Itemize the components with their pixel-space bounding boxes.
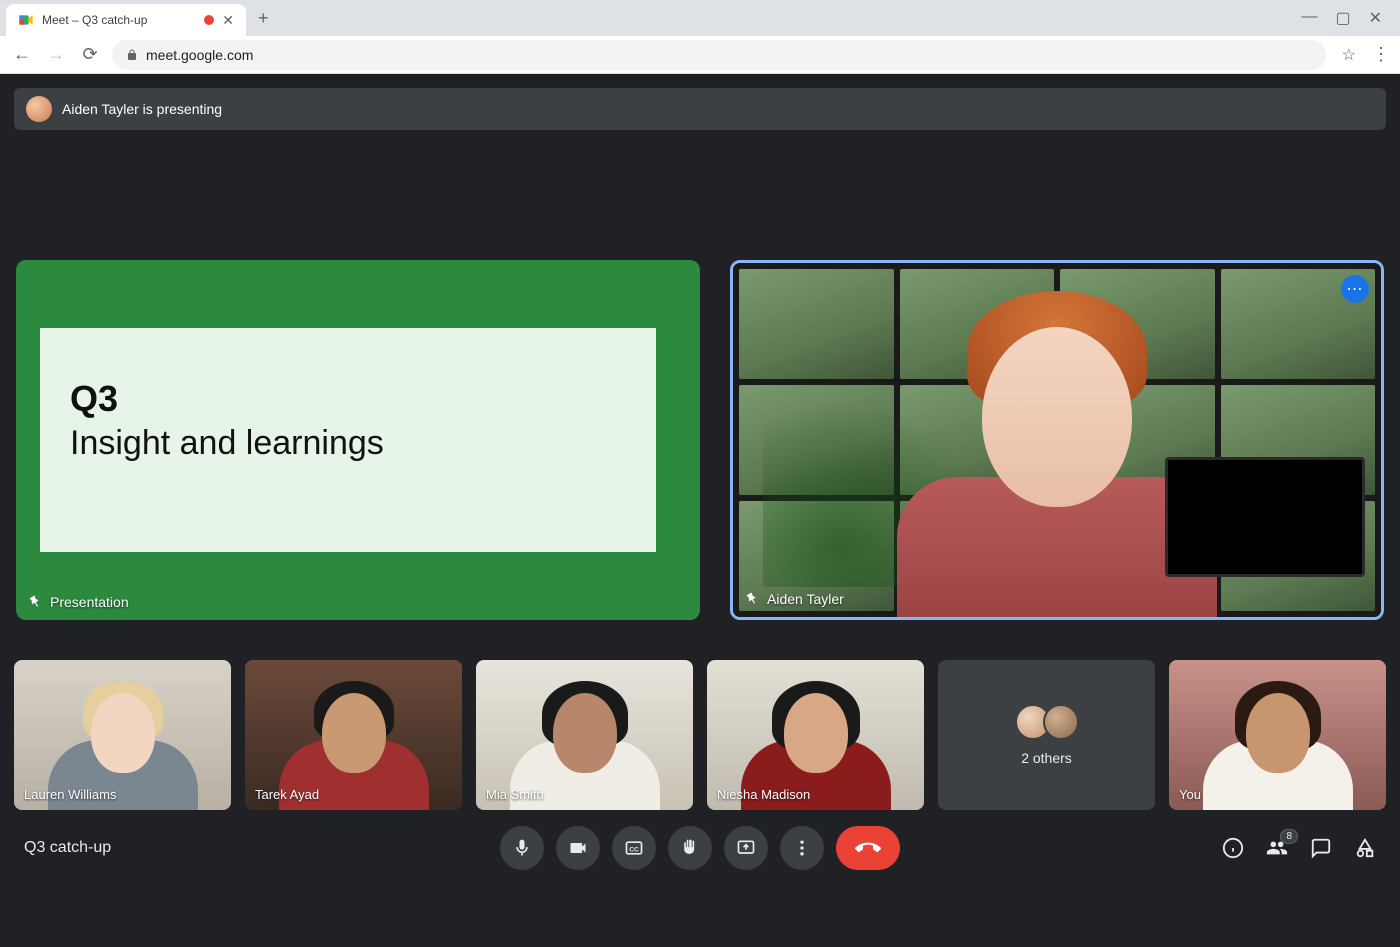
browser-tab[interactable]: Meet – Q3 catch-up ✕ [6, 4, 246, 36]
svg-text:CC: CC [629, 846, 639, 853]
meet-favicon [18, 12, 34, 28]
meeting-details-button[interactable] [1222, 837, 1244, 859]
meeting-name: Q3 catch-up [24, 839, 244, 857]
close-window-button[interactable]: ✕ [1369, 8, 1382, 28]
speaker-name-label: Aiden Tayler [745, 591, 844, 607]
back-button[interactable]: ← [10, 44, 34, 65]
camera-button[interactable] [556, 826, 600, 870]
tile-options-button[interactable]: ⋯ [1341, 275, 1369, 303]
slide-title: Q3 [70, 378, 626, 420]
participant-name: Lauren Williams [24, 787, 116, 802]
participant-tile[interactable]: Niesha Madison [707, 660, 924, 810]
self-tile[interactable]: You [1169, 660, 1386, 810]
participant-tile[interactable]: Mia Smith [476, 660, 693, 810]
browser-toolbar: ← → ⟳ meet.google.com ☆ ⋮ [0, 36, 1400, 74]
chat-button[interactable] [1310, 837, 1332, 859]
participants-strip: Lauren Williams Tarek Ayad Mia Smith Nie… [14, 660, 1386, 810]
center-controls: CC [244, 826, 1156, 870]
presentation-label: Presentation [28, 594, 129, 610]
participant-tile[interactable]: Lauren Williams [14, 660, 231, 810]
url-text: meet.google.com [146, 47, 253, 63]
new-tab-button[interactable]: + [246, 8, 281, 29]
leave-call-button[interactable] [836, 826, 900, 870]
others-tile[interactable]: 2 others [938, 660, 1155, 810]
slide-subtitle: Insight and learnings [70, 424, 626, 463]
presenting-text: Aiden Tayler is presenting [62, 101, 222, 117]
meeting-controls-bar: Q3 catch-up CC [14, 810, 1386, 890]
speaker-face [982, 327, 1132, 507]
right-controls: 8 [1156, 837, 1376, 859]
pin-icon [25, 592, 44, 611]
others-count: 2 others [1021, 750, 1072, 766]
participants-badge: 8 [1280, 829, 1298, 844]
raise-hand-button[interactable] [668, 826, 712, 870]
recording-indicator-icon [204, 15, 214, 25]
browser-menu-button[interactable]: ⋮ [1372, 44, 1390, 65]
presenting-banner: Aiden Tayler is presenting [14, 88, 1386, 130]
active-speaker-tile[interactable]: ⋯ Aiden Tayler [730, 260, 1384, 620]
lock-icon [126, 49, 138, 61]
bookmark-button[interactable]: ☆ [1342, 45, 1356, 65]
participant-tile[interactable]: Tarek Ayad [245, 660, 462, 810]
captions-button[interactable]: CC [612, 826, 656, 870]
reload-button[interactable]: ⟳ [78, 44, 102, 65]
address-bar[interactable]: meet.google.com [112, 40, 1326, 70]
participant-name: You [1179, 787, 1201, 802]
activities-button[interactable] [1354, 837, 1376, 859]
tab-title: Meet – Q3 catch-up [42, 13, 196, 27]
presentation-slide: Q3 Insight and learnings [34, 328, 656, 552]
main-video-grid: Q3 Insight and learnings Presentation [14, 260, 1386, 620]
window-titlebar: Meet – Q3 catch-up ✕ + — ▢ ✕ [0, 0, 1400, 36]
presenter-avatar [26, 96, 52, 122]
mini-avatars [1015, 704, 1079, 740]
meet-app: Aiden Tayler is presenting Q3 Insight an… [0, 74, 1400, 947]
mic-button[interactable] [500, 826, 544, 870]
close-tab-button[interactable]: ✕ [222, 12, 234, 29]
participant-name: Niesha Madison [717, 787, 810, 802]
maximize-button[interactable]: ▢ [1335, 8, 1350, 28]
presentation-tile[interactable]: Q3 Insight and learnings Presentation [16, 260, 700, 620]
forward-button[interactable]: → [44, 44, 68, 65]
present-button[interactable] [724, 826, 768, 870]
more-options-button[interactable] [780, 826, 824, 870]
window-controls: — ▢ ✕ [1283, 8, 1400, 28]
laptop-prop [1165, 457, 1365, 577]
participant-name: Tarek Ayad [255, 787, 319, 802]
minimize-button[interactable]: — [1301, 8, 1317, 28]
people-button[interactable]: 8 [1266, 837, 1288, 859]
participant-name: Mia Smith [486, 787, 544, 802]
pin-icon [742, 589, 761, 608]
